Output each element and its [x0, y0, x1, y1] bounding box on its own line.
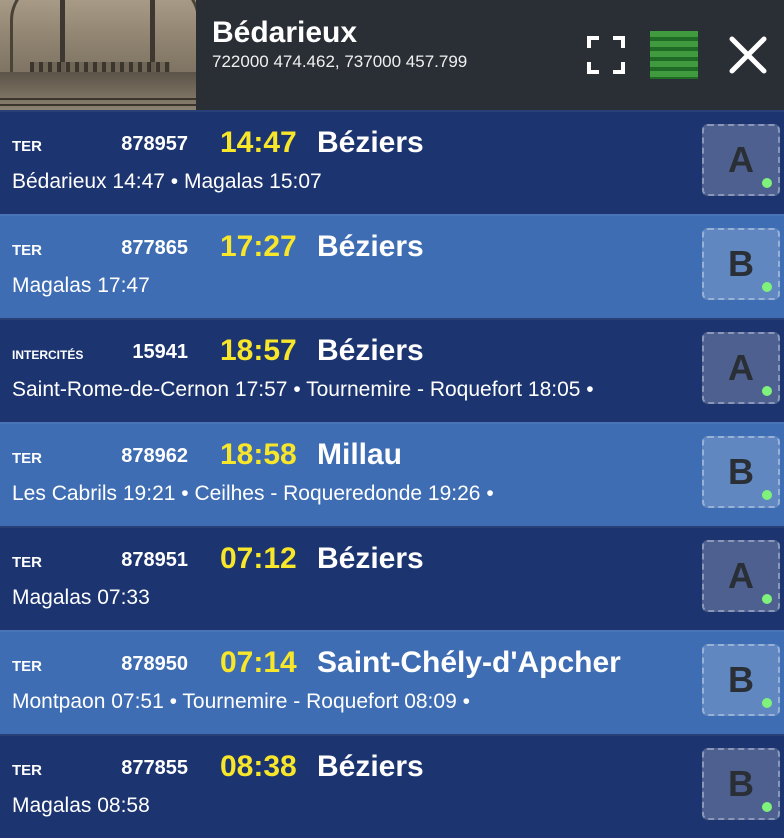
train-type: INTERCITÉS: [12, 348, 84, 362]
departure-row[interactable]: TER 878950 07:14 Saint-Chély-d'Apcher Mo…: [0, 630, 784, 734]
destination: Millau: [317, 438, 403, 471]
departure-time: 07:12: [220, 542, 297, 575]
train-type: TER: [12, 138, 42, 155]
station-photo: [0, 0, 196, 110]
train-type: TER: [12, 658, 42, 675]
train-type: TER: [12, 450, 42, 467]
stops-list: Magalas 08:58: [12, 794, 150, 817]
status-dot: [762, 282, 772, 292]
departure-time: 18:57: [220, 334, 297, 367]
departure-time: 14:47: [220, 126, 297, 159]
train-type: TER: [12, 242, 42, 259]
stops-list: Bédarieux 14:47 • Magalas 15:07: [12, 170, 322, 193]
destination: Béziers: [317, 750, 424, 783]
platform-label: A: [728, 347, 754, 388]
platform-label: A: [728, 139, 754, 180]
stops-list: Montpaon 07:51 • Tournemire - Roquefort …: [12, 690, 470, 713]
platform-badge[interactable]: A: [702, 332, 780, 404]
destination: Béziers: [317, 334, 424, 367]
layer-button[interactable]: [644, 25, 704, 85]
platform-badge[interactable]: B: [702, 644, 780, 716]
station-header: Bédarieux 722000 474.462, 737000 457.799: [0, 0, 784, 110]
green-bars-icon: [650, 31, 698, 79]
status-dot: [762, 802, 772, 812]
status-dot: [762, 386, 772, 396]
platform-label: B: [728, 763, 754, 804]
destination: Béziers: [317, 230, 424, 263]
platform-badge[interactable]: B: [702, 748, 780, 820]
departure-time: 18:58: [220, 438, 297, 471]
status-dot: [762, 594, 772, 604]
stops-list: Magalas 17:47: [12, 274, 150, 297]
destination: Béziers: [317, 126, 424, 159]
fullscreen-icon: [587, 36, 625, 74]
status-dot: [762, 490, 772, 500]
stops-list: Magalas 07:33: [12, 586, 150, 609]
train-number: 15941: [132, 341, 188, 363]
train-number: 878962: [121, 445, 188, 467]
fullscreen-button[interactable]: [576, 25, 636, 85]
departure-time: 07:14: [220, 646, 297, 679]
platform-badge[interactable]: B: [702, 436, 780, 508]
departure-list: TER 878957 14:47 Béziers Bédarieux 14:47…: [0, 110, 784, 838]
train-type: TER: [12, 762, 42, 779]
train-number: 877865: [121, 237, 188, 259]
platform-badge[interactable]: B: [702, 228, 780, 300]
stops-list: Les Cabrils 19:21 • Ceilhes - Roqueredon…: [12, 482, 494, 505]
departure-row[interactable]: TER 878962 18:58 Millau Les Cabrils 19:2…: [0, 422, 784, 526]
departure-time: 17:27: [220, 230, 297, 263]
train-number: 878957: [121, 133, 188, 155]
platform-label: B: [728, 243, 754, 284]
departure-row[interactable]: INTERCITÉS 15941 18:57 Béziers Saint-Rom…: [0, 318, 784, 422]
platform-label: A: [728, 555, 754, 596]
train-type: TER: [12, 554, 42, 571]
destination: Saint-Chély-d'Apcher: [317, 646, 621, 679]
train-number: 878951: [121, 549, 188, 571]
platform-badge[interactable]: A: [702, 124, 780, 196]
status-dot: [762, 178, 772, 188]
departure-time: 08:38: [220, 750, 297, 783]
platform-badge[interactable]: A: [702, 540, 780, 612]
platform-label: B: [728, 451, 754, 492]
departure-row[interactable]: TER 878951 07:12 Béziers Magalas 07:33 A: [0, 526, 784, 630]
stops-list: Saint-Rome-de-Cernon 17:57 • Tournemire …: [12, 378, 594, 401]
train-number: 877855: [121, 757, 188, 779]
departure-row[interactable]: TER 877855 08:38 Béziers Magalas 08:58 B: [0, 734, 784, 838]
train-number: 878950: [121, 653, 188, 675]
platform-label: B: [728, 659, 754, 700]
departure-row[interactable]: TER 878957 14:47 Béziers Bédarieux 14:47…: [0, 110, 784, 214]
header-actions: [576, 0, 784, 110]
status-dot: [762, 698, 772, 708]
destination: Béziers: [317, 542, 424, 575]
close-button[interactable]: [718, 25, 778, 85]
departure-row[interactable]: TER 877865 17:27 Béziers Magalas 17:47 B: [0, 214, 784, 318]
close-icon: [729, 36, 767, 74]
